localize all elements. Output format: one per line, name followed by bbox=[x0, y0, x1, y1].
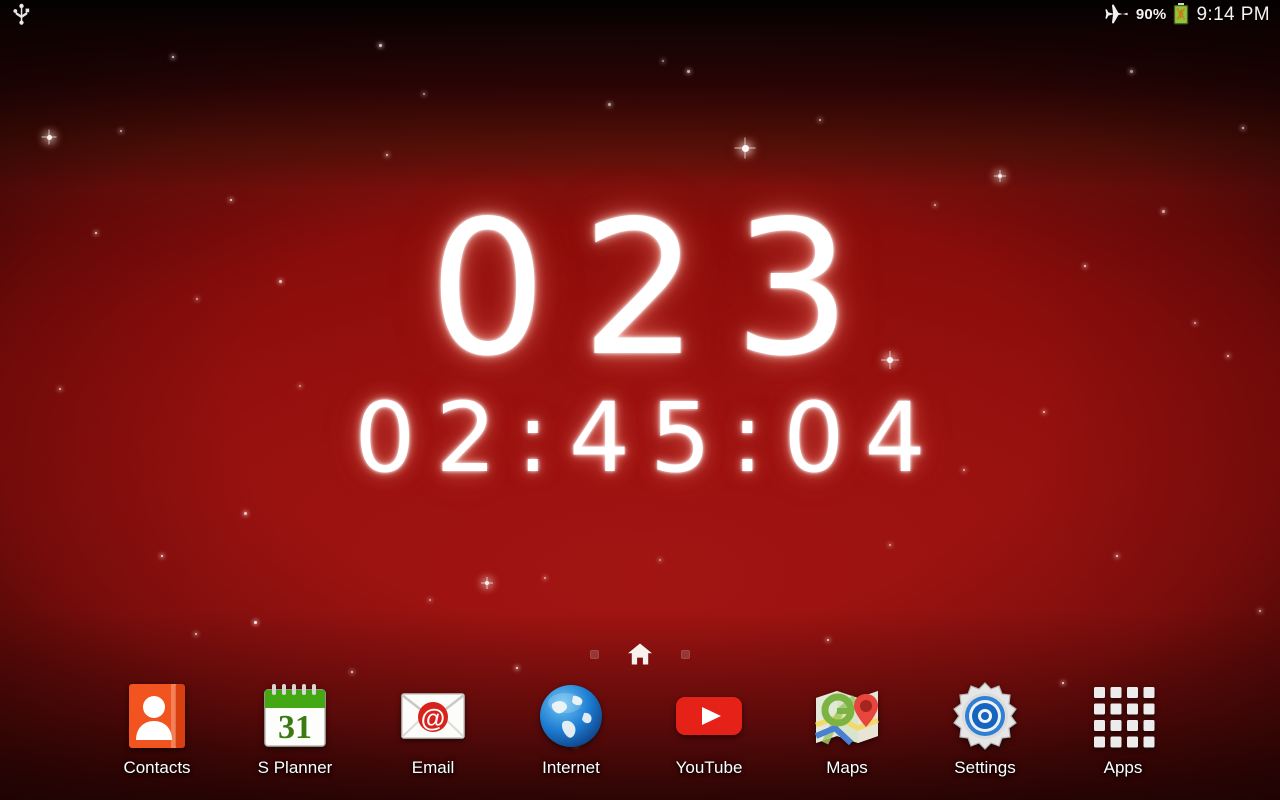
svg-text:31: 31 bbox=[278, 709, 312, 746]
calendar-icon: 31 bbox=[259, 680, 331, 752]
dock-item-internet[interactable]: Internet bbox=[502, 680, 640, 776]
dock-label: Internet bbox=[542, 759, 600, 776]
airplane-mode-icon bbox=[1104, 4, 1129, 24]
status-bar: 90% 9:14 PM bbox=[0, 0, 1280, 28]
dock-item-maps[interactable]: Maps bbox=[778, 680, 916, 776]
dock-label: Apps bbox=[1104, 759, 1143, 776]
apps-grid-icon bbox=[1087, 680, 1159, 752]
dock-item-contacts[interactable]: Contacts bbox=[88, 680, 226, 776]
dock-item-email[interactable]: @ Email bbox=[364, 680, 502, 776]
home-icon[interactable] bbox=[627, 642, 653, 666]
status-bar-clock: 9:14 PM bbox=[1196, 5, 1270, 24]
gear-icon bbox=[949, 680, 1021, 752]
dock-item-youtube[interactable]: YouTube bbox=[640, 680, 778, 776]
maps-icon bbox=[811, 680, 883, 752]
dock-item-settings[interactable]: Settings bbox=[916, 680, 1054, 776]
battery-percent-label: 90% bbox=[1136, 7, 1167, 22]
page-indicator bbox=[0, 642, 1280, 666]
email-icon: @ bbox=[397, 680, 469, 752]
dock-label: Maps bbox=[826, 759, 868, 776]
app-dock: Contacts 31 S Planner @ Email Internet Y… bbox=[0, 680, 1280, 792]
dock-label: Contacts bbox=[123, 759, 190, 776]
svg-text:@: @ bbox=[421, 705, 445, 733]
dock-label: S Planner bbox=[258, 759, 333, 776]
status-bar-left bbox=[12, 3, 31, 25]
youtube-icon bbox=[673, 680, 745, 752]
dock-label: Settings bbox=[954, 759, 1015, 776]
status-bar-right: 90% 9:14 PM bbox=[1104, 3, 1270, 25]
dock-label: Email bbox=[412, 759, 455, 776]
dock-label: YouTube bbox=[676, 759, 743, 776]
page-dot-left[interactable] bbox=[590, 650, 599, 659]
dock-item-s-planner[interactable]: 31 S Planner bbox=[226, 680, 364, 776]
battery-charging-icon bbox=[1173, 3, 1189, 25]
page-dot-right[interactable] bbox=[681, 650, 690, 659]
dock-item-apps[interactable]: Apps bbox=[1054, 680, 1192, 776]
contacts-icon bbox=[121, 680, 193, 752]
usb-icon bbox=[12, 3, 31, 25]
globe-icon bbox=[535, 680, 607, 752]
android-home-screen: 90% 9:14 PM 023 02:45:04 Contacts 31 S P… bbox=[0, 0, 1280, 800]
